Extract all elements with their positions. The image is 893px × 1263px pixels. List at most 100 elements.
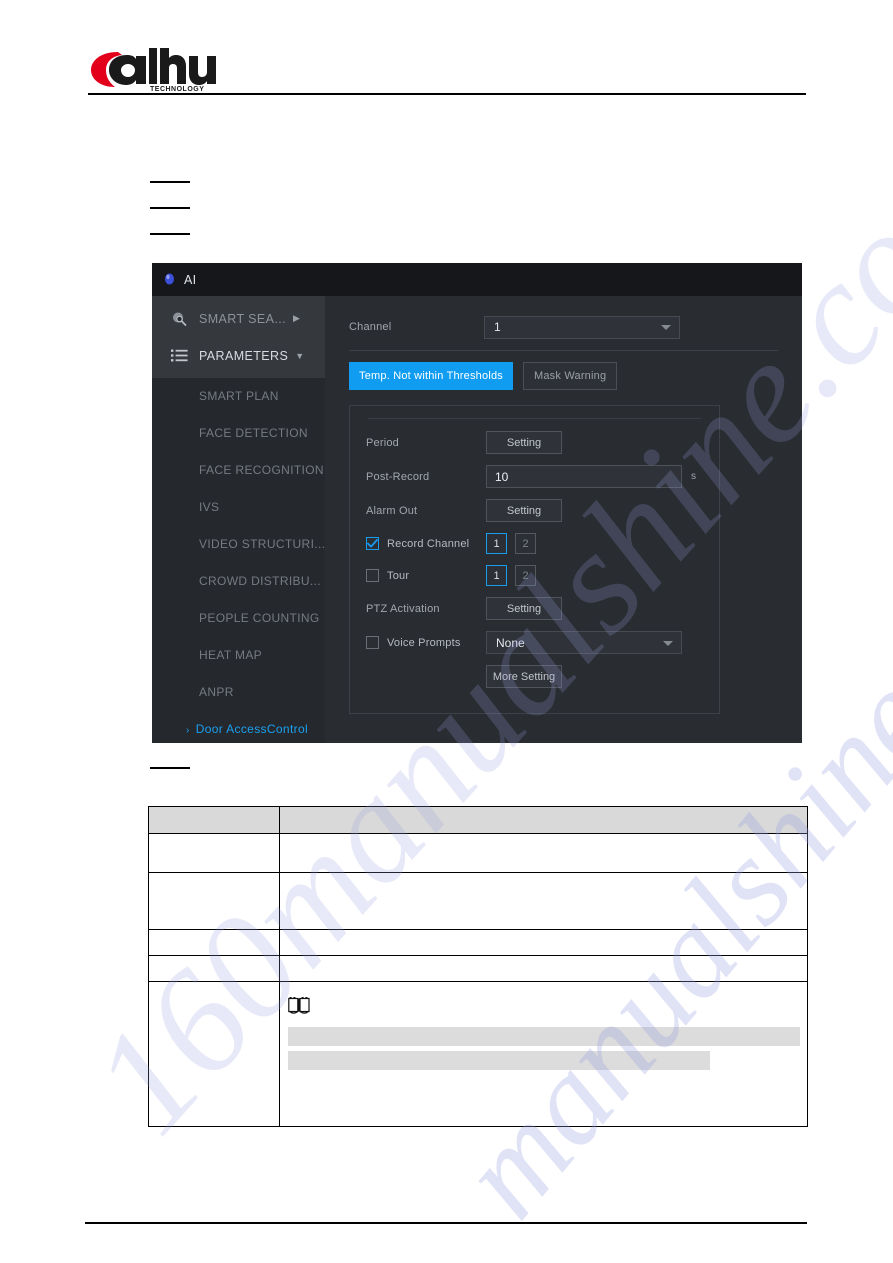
voice-prompts-value: None <box>496 635 525 650</box>
tour-label: Tour <box>387 569 410 582</box>
table-row <box>147 872 808 930</box>
list-icon <box>171 348 189 364</box>
table-row <box>147 833 808 873</box>
svg-text:TECHNOLOGY: TECHNOLOGY <box>150 86 204 92</box>
more-setting-row: More Setting <box>366 665 703 688</box>
tour-checkbox[interactable] <box>366 569 379 582</box>
channel-select[interactable]: 1 <box>484 315 680 339</box>
channel-label: Channel <box>349 321 392 333</box>
chevron-right-icon: › <box>186 725 190 736</box>
post-record-row: Post-Record 10 s <box>366 465 703 488</box>
channel-value: 1 <box>494 320 501 334</box>
sidebar-item-ivs[interactable]: IVS <box>152 489 325 526</box>
redacted-heading-4 <box>150 767 190 769</box>
period-row: Period Setting <box>366 431 703 454</box>
table-cell-parameter <box>147 833 281 873</box>
tour-checkbox-wrap[interactable]: Tour <box>366 569 486 582</box>
form-top-rule <box>368 418 701 419</box>
ptz-activation-setting-button[interactable]: Setting <box>486 597 562 620</box>
table-cell-parameter <box>147 929 281 956</box>
more-setting-button[interactable]: More Setting <box>486 665 562 688</box>
record-channel-checkbox[interactable] <box>366 537 379 550</box>
table-header-cell-parameter <box>147 806 281 834</box>
table-cell-parameter <box>147 872 281 930</box>
ptz-activation-row: PTZ Activation Setting <box>366 597 703 620</box>
sidebar-item-label: PARAMETERS <box>199 348 289 363</box>
chevron-down-icon <box>663 640 673 646</box>
panel-titlebar: AI <box>152 263 802 296</box>
table-cell-parameter <box>147 955 281 982</box>
table-cell-description <box>279 981 808 1127</box>
content-divider <box>349 350 778 351</box>
record-channel-checkbox-wrap[interactable]: Record Channel <box>366 537 486 550</box>
redacted-text-bar <box>288 1027 801 1046</box>
post-record-unit: s <box>691 471 696 482</box>
note-book-icon <box>288 996 807 1021</box>
ptz-activation-label: PTZ Activation <box>366 602 440 615</box>
tab-temp-not-within-thresholds[interactable]: Temp. Not within Thresholds <box>349 362 513 390</box>
record-channel-btn-2[interactable]: 2 <box>515 533 536 554</box>
tour-row: Tour 1 2 <box>366 565 703 586</box>
tab-mask-warning[interactable]: Mask Warning <box>522 362 618 390</box>
tour-btn-1[interactable]: 1 <box>486 565 507 586</box>
event-tabs: Temp. Not within Thresholds Mask Warning <box>349 362 778 390</box>
panel-sidebar: SMART SEA... ▶ PARAMETERS ▼ SMART PLAN F… <box>152 296 325 743</box>
sidebar-item-anpr[interactable]: ANPR <box>152 674 325 711</box>
sidebar-item-label: Door AccessControl <box>195 722 309 736</box>
chevron-down-icon: ▼ <box>295 350 305 361</box>
table-cell-description <box>279 833 808 873</box>
table-row <box>147 981 808 1127</box>
redacted-heading-2 <box>150 207 190 209</box>
sidebar-item-smart-plan[interactable]: SMART PLAN <box>152 378 325 415</box>
alarm-out-label: Alarm Out <box>366 504 418 517</box>
sidebar-item-people-counting[interactable]: PEOPLE COUNTING <box>152 600 325 637</box>
alarm-out-row: Alarm Out Setting <box>366 499 703 522</box>
voice-prompts-select[interactable]: None <box>486 631 682 654</box>
settings-form: Period Setting Post-Record 10 s Alarm Ou… <box>349 405 720 714</box>
sidebar-item-face-recognition[interactable]: FACE RECOGNITION <box>152 452 325 489</box>
panel-content: Channel 1 Temp. Not within Thresholds Ma… <box>325 296 802 743</box>
redacted-heading-3 <box>150 233 190 235</box>
sidebar-item-smart-search[interactable]: SMART SEA... ▶ <box>152 300 325 337</box>
ai-icon <box>164 273 175 286</box>
post-record-label: Post-Record <box>366 470 430 483</box>
post-record-input[interactable]: 10 <box>486 465 682 488</box>
voice-prompts-checkbox-wrap[interactable]: Voice Prompts <box>366 636 486 649</box>
sidebar-item-face-detection[interactable]: FACE DETECTION <box>152 415 325 452</box>
sidebar-item-label: SMART SEA... <box>199 311 287 326</box>
header-rule <box>88 93 806 95</box>
table-cell-description <box>279 872 808 930</box>
voice-prompts-row: Voice Prompts None <box>366 631 703 654</box>
record-channel-btn-1[interactable]: 1 <box>486 533 507 554</box>
table-cell-description <box>279 929 808 956</box>
sidebar-item-crowd-distribution[interactable]: CROWD DISTRIBU... <box>152 563 325 600</box>
sidebar-item-parameters[interactable]: PARAMETERS ▼ <box>152 337 325 374</box>
channel-row: Channel 1 <box>349 314 778 340</box>
dahua-logo: TECHNOLOGY <box>88 46 218 92</box>
sidebar-item-video-structuring[interactable]: VIDEO STRUCTURI... <box>152 526 325 563</box>
redacted-text-bar <box>288 1051 711 1070</box>
period-label: Period <box>366 436 399 449</box>
parameter-description-table <box>147 806 808 1127</box>
record-channel-row: Record Channel 1 2 <box>366 533 703 554</box>
manual-page: TECHNOLOGY AI SMART SEA... ▶ PARAMETERS … <box>0 0 893 1263</box>
table-header-row <box>147 806 808 834</box>
search-icon <box>171 311 189 327</box>
alarm-out-setting-button[interactable]: Setting <box>486 499 562 522</box>
table-cell-description <box>279 955 808 982</box>
table-cell-parameter <box>147 981 281 1127</box>
sidebar-primary-group: SMART SEA... ▶ PARAMETERS ▼ <box>152 296 325 378</box>
redacted-heading-1 <box>150 181 190 183</box>
table-row <box>147 929 808 956</box>
sidebar-item-heat-map[interactable]: HEAT MAP <box>152 637 325 674</box>
sidebar-item-door-access-control[interactable]: › Door AccessControl <box>152 711 325 748</box>
chevron-down-icon <box>661 325 671 330</box>
record-channel-label: Record Channel <box>387 537 470 550</box>
period-setting-button[interactable]: Setting <box>486 431 562 454</box>
table-header-cell-description <box>279 806 808 834</box>
panel-title: AI <box>184 272 197 287</box>
tour-btn-2[interactable]: 2 <box>515 565 536 586</box>
footer-rule <box>85 1222 807 1224</box>
voice-prompts-checkbox[interactable] <box>366 636 379 649</box>
chevron-right-icon: ▶ <box>293 313 301 323</box>
